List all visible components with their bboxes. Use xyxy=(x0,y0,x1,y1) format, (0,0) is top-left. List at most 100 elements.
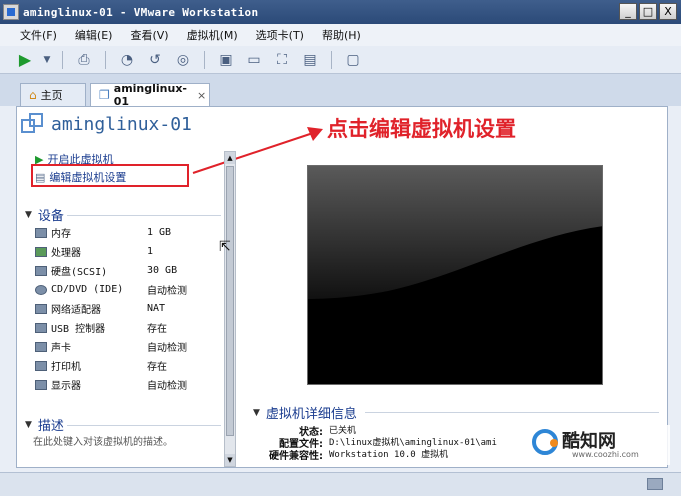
device-name: 处理器 xyxy=(51,248,81,259)
menu-edit[interactable]: 编辑(E) xyxy=(75,27,113,43)
description-placeholder[interactable]: 在此处键入对该虚拟机的描述。 xyxy=(33,433,173,448)
snapshot-icon[interactable]: ◔ xyxy=(116,49,138,71)
window-title: aminglinux-01 - VMware Workstation xyxy=(23,5,259,19)
toolbar: ▶ ▼ ⎙ ◔ ↺ ◎ ▣ ▭ ⛶ ▤ ▢ xyxy=(0,46,681,74)
network-icon xyxy=(35,303,47,314)
device-value: 存在 xyxy=(147,362,167,373)
collapse-icon: ▼ xyxy=(253,407,260,418)
device-row-network[interactable]: 网络适配器 NAT xyxy=(35,299,221,318)
devices-section-header[interactable]: ▼ 设备 xyxy=(25,205,64,224)
device-name: 显示器 xyxy=(51,381,81,392)
device-row-sound[interactable]: 声卡 自动检测 xyxy=(35,337,221,356)
section-divider xyxy=(67,425,221,426)
device-row-memory[interactable]: 内存 1 GB xyxy=(35,223,221,242)
device-value: NAT xyxy=(147,303,166,314)
tab-home[interactable]: ⌂ 主页 xyxy=(20,83,86,106)
tab-home-label: 主页 xyxy=(40,89,63,102)
device-row-display[interactable]: 显示器 自动检测 xyxy=(35,375,221,394)
menu-tabs[interactable]: 选项卡(T) xyxy=(256,27,304,43)
cpu-icon xyxy=(35,246,47,257)
menu-vm[interactable]: 虚拟机(M) xyxy=(187,27,238,43)
device-row-usb[interactable]: USB 控制器 存在 xyxy=(35,318,221,337)
details-heading: 虚拟机详细信息 xyxy=(265,407,357,422)
display-icon xyxy=(35,379,47,390)
menu-help[interactable]: 帮助(H) xyxy=(322,27,361,43)
device-row-cdrom[interactable]: CD/DVD (IDE) 自动检测 xyxy=(35,280,221,299)
vm-content-panel: aminglinux-01 点击编辑虚拟机设置 ▶ 开启此虚拟机 ▤ 编辑虚拟机… xyxy=(16,106,668,468)
tab-vm[interactable]: ❐ aminglinux-01 × xyxy=(90,82,210,108)
toolbar-separator xyxy=(331,50,332,69)
preview-gloss xyxy=(308,166,602,299)
vm-logo-icon xyxy=(21,113,45,135)
device-value: 自动检测 xyxy=(147,286,187,297)
device-name: 网络适配器 xyxy=(51,305,101,316)
view-unity-icon[interactable]: ▭ xyxy=(243,49,265,71)
title-bar: aminglinux-01 - VMware Workstation _ □ X xyxy=(0,0,681,24)
device-name: 内存 xyxy=(51,229,71,240)
collapse-icon: ▼ xyxy=(25,419,32,430)
toolbar-separator xyxy=(204,50,205,69)
watermark-url: www.coozhi.com xyxy=(572,450,639,459)
print-icon[interactable]: ⎙ xyxy=(73,49,95,71)
tab-strip: ⌂ 主页 ❐ aminglinux-01 × xyxy=(0,74,681,108)
toolbar-separator xyxy=(105,50,106,69)
memory-icon xyxy=(35,227,47,238)
menu-file[interactable]: 文件(F) xyxy=(20,27,57,43)
devices-heading: 设备 xyxy=(37,209,64,224)
device-value: 1 xyxy=(147,246,154,257)
vm-preview-screen[interactable] xyxy=(307,165,603,385)
device-name: CD/DVD (IDE) xyxy=(51,284,124,295)
section-divider xyxy=(67,215,221,216)
close-icon[interactable]: × xyxy=(197,89,206,102)
toolbar-separator xyxy=(62,50,63,69)
console-icon[interactable]: ▢ xyxy=(342,49,364,71)
device-name: 硬盘(SCSI) xyxy=(51,267,108,278)
collapse-icon: ▼ xyxy=(25,209,32,220)
device-value: 30 GB xyxy=(147,265,178,276)
settings-icon[interactable]: ▤ xyxy=(299,49,321,71)
mouse-cursor-icon: ⇱ xyxy=(219,239,231,255)
device-row-printer[interactable]: 打印机 存在 xyxy=(35,356,221,375)
settings-icon: ▤ xyxy=(35,170,46,184)
printer-icon xyxy=(35,360,47,371)
play-icon[interactable]: ▶ xyxy=(14,49,36,71)
menu-view[interactable]: 查看(V) xyxy=(130,27,168,43)
scroll-down-icon[interactable]: ▼ xyxy=(225,454,235,466)
window-controls: _ □ X xyxy=(619,3,677,20)
annotation-text: 点击编辑虚拟机设置 xyxy=(327,117,516,141)
left-panel-scrollbar[interactable]: ▲ ▼ xyxy=(224,151,236,467)
device-name: 打印机 xyxy=(51,362,81,373)
watermark-logo-icon xyxy=(532,429,558,455)
menu-bar: 文件(F) 编辑(E) 查看(V) 虚拟机(M) 选项卡(T) 帮助(H) xyxy=(0,24,681,46)
status-bar xyxy=(0,472,681,496)
maximize-button[interactable]: □ xyxy=(639,3,657,20)
sound-icon xyxy=(35,341,47,352)
tab-vm-label: aminglinux-01 xyxy=(113,82,187,108)
device-value: 存在 xyxy=(147,324,167,335)
scroll-up-icon[interactable]: ▲ xyxy=(225,152,235,164)
device-row-cpu[interactable]: 处理器 1 xyxy=(35,242,221,261)
vmware-app-icon xyxy=(3,4,19,20)
manage-snapshot-icon[interactable]: ◎ xyxy=(172,49,194,71)
dropdown-icon[interactable]: ▼ xyxy=(42,49,52,71)
edit-settings-label: 编辑虚拟机设置 xyxy=(49,171,127,184)
minimize-button[interactable]: _ xyxy=(619,3,637,20)
home-icon: ⌂ xyxy=(29,88,37,102)
device-value: 自动检测 xyxy=(147,343,187,354)
message-icon[interactable] xyxy=(647,478,663,490)
scrollbar-thumb[interactable] xyxy=(226,166,234,436)
usb-icon xyxy=(35,322,47,333)
detail-row-compat: 硬件兼容性: Workstation 10.0 虚拟机 xyxy=(253,447,448,462)
view-normal-icon[interactable]: ▣ xyxy=(215,49,237,71)
description-heading: 描述 xyxy=(37,419,64,434)
cd-icon xyxy=(35,284,47,295)
revert-icon[interactable]: ↺ xyxy=(144,49,166,71)
device-name: 声卡 xyxy=(51,343,71,354)
fullscreen-icon[interactable]: ⛶ xyxy=(271,49,293,71)
device-name: USB 控制器 xyxy=(51,324,106,335)
description-section-header[interactable]: ▼ 描述 xyxy=(25,415,64,434)
section-divider xyxy=(365,412,659,413)
close-button[interactable]: X xyxy=(659,3,677,20)
device-row-hdd[interactable]: 硬盘(SCSI) 30 GB xyxy=(35,261,221,280)
edit-settings-link[interactable]: ▤ 编辑虚拟机设置 xyxy=(35,169,126,185)
